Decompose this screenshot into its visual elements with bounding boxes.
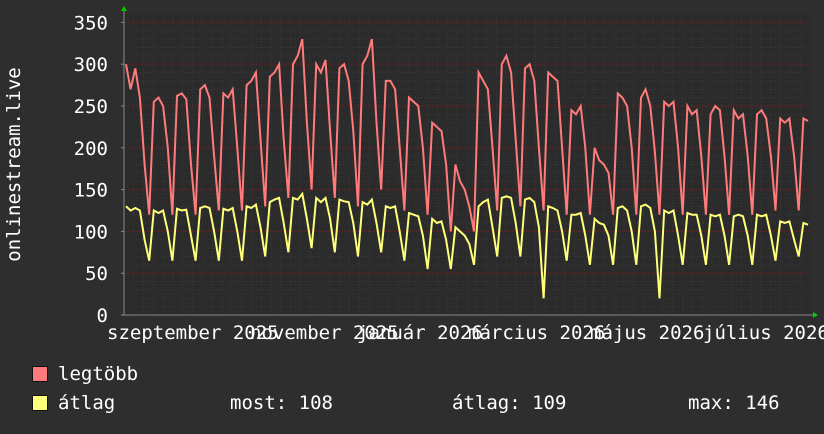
x-tick-label: július 2026 xyxy=(703,322,824,344)
y-axis-label: onlinestream.live xyxy=(3,67,25,261)
chart: 0 50 100 150 200 250 300 350 szeptember 2025 nove… xyxy=(0,0,824,430)
y-tick-label: 200 xyxy=(74,138,108,160)
y-tick-label: 350 xyxy=(74,12,108,34)
y-tick-label: 150 xyxy=(74,180,108,202)
x-tick-label: május 2026 xyxy=(590,322,704,344)
legend-atlag: átlag: 109 xyxy=(452,392,567,414)
legend-max: max: 146 xyxy=(688,392,780,414)
y-tick-label: 50 xyxy=(85,263,108,285)
x-tick-label: január 2026 xyxy=(357,322,483,344)
legend-swatch-max xyxy=(32,366,48,382)
legend-label-max: legtöbb xyxy=(58,363,139,385)
legend-label-avg: átlag xyxy=(58,392,116,414)
y-tick-label: 300 xyxy=(74,54,108,76)
y-tick-label: 100 xyxy=(74,221,108,243)
y-tick-label: 250 xyxy=(74,96,108,118)
legend-swatch-avg xyxy=(32,395,48,411)
x-tick-label: március 2026 xyxy=(468,322,605,344)
legend-most: most: 108 xyxy=(230,392,333,414)
